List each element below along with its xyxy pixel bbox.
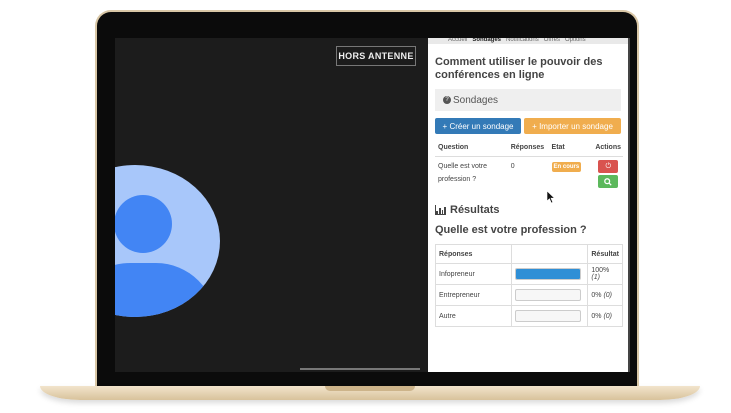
col-responses: Réponses (507, 140, 549, 157)
poll-actions: ⏻ (592, 157, 623, 191)
col-answers: Réponses (435, 244, 512, 264)
results-heading: Résultats (435, 204, 621, 216)
video-area: HORS ANTENNE (115, 38, 428, 372)
results-question: Quelle est votre profession ? (435, 224, 587, 236)
answer-progress-bar (514, 310, 581, 322)
status-badge: En cours (551, 162, 582, 172)
table-row: Quelle est votre profession ? 0 En cours… (435, 157, 623, 191)
stop-poll-button[interactable]: ⏻ (598, 160, 619, 173)
video-scrubber[interactable] (300, 368, 420, 370)
avatar-body (115, 263, 216, 317)
col-actions: Actions (592, 140, 623, 157)
answer-bar-cell (511, 284, 589, 306)
answer-percent: 0% (591, 291, 602, 299)
screen: HORS ANTENNE Accueil Sondages Notificati… (115, 38, 630, 372)
answer-count: (0) (603, 312, 613, 320)
panel-edge (628, 38, 630, 372)
import-poll-button[interactable]: + Importer un sondage (524, 118, 621, 134)
table-row: Autre 0% (0) (435, 305, 623, 327)
answer-label: Entrepreneur (435, 284, 512, 306)
button-row: + Créer un sondage + Importer un sondage (435, 118, 621, 134)
import-poll-label: Importer un sondage (539, 121, 613, 131)
page-title: Comment utiliser le pouvoir des conféren… (435, 56, 603, 81)
answer-percent: 0% (591, 312, 602, 320)
section-header-sondages: ? Sondages (435, 89, 621, 111)
question-circle-icon: ? (443, 96, 451, 104)
answer-progress-bar (514, 268, 581, 280)
power-icon: ⏻ (605, 163, 612, 170)
results-table: Réponses Résultat Infopreneur 100% (1) E… (435, 244, 623, 327)
answer-percent: 100% (591, 267, 610, 274)
tab-offres[interactable]: Offres (544, 38, 560, 44)
poll-question: Quelle est votre profession ? (438, 163, 488, 183)
nav-bar: Accueil Sondages Notifications Offres Op… (428, 38, 628, 44)
create-poll-button[interactable]: + Créer un sondage (435, 118, 522, 134)
col-result: Résultat (587, 244, 623, 264)
tab-sondages[interactable]: Sondages (472, 38, 501, 44)
answer-count: (0) (603, 291, 613, 299)
answer-result: 0% (0) (587, 284, 623, 306)
col-question: Question (435, 140, 508, 157)
answer-progress-fill (515, 269, 580, 279)
col-bar (511, 244, 589, 264)
results-table-header: Réponses Résultat (435, 244, 623, 264)
avatar-head (115, 195, 172, 253)
section-label: Sondages (453, 94, 499, 106)
table-row: Entrepreneur 0% (0) (435, 284, 623, 306)
polls-table-header: Question Réponses Etat Actions (435, 140, 623, 157)
answer-label: Autre (435, 305, 512, 327)
plus-icon: + (442, 121, 450, 131)
tab-notifications[interactable]: Notifications (506, 38, 539, 44)
answer-progress-bar (514, 289, 581, 301)
answer-bar-cell (511, 305, 589, 327)
results-heading-label: Résultats (450, 204, 500, 216)
bar-chart-icon (435, 205, 446, 215)
answer-bar-cell (511, 263, 589, 285)
poll-status-cell: En cours (549, 157, 593, 191)
laptop-notch (325, 386, 415, 391)
plus-icon: + (532, 121, 540, 131)
user-avatar (115, 165, 220, 317)
create-poll-label: Créer un sondage (449, 121, 514, 131)
answer-result: 100% (1) (587, 263, 623, 285)
polls-table: Question Réponses Etat Actions Quelle es… (435, 140, 623, 190)
answer-label: Infopreneur (435, 263, 512, 285)
table-row: Infopreneur 100% (1) (435, 263, 623, 285)
side-panel: Accueil Sondages Notifications Offres Op… (428, 38, 628, 372)
tab-accueil[interactable]: Accueil (448, 38, 467, 44)
on-air-badge: HORS ANTENNE (336, 46, 416, 66)
search-icon (604, 177, 612, 186)
view-poll-button[interactable] (598, 175, 619, 188)
col-status: Etat (548, 140, 593, 157)
answer-count: (1) (591, 274, 600, 281)
poll-responses: 0 (510, 163, 515, 170)
tab-options[interactable]: Options (565, 38, 586, 44)
answer-result: 0% (0) (587, 305, 623, 327)
